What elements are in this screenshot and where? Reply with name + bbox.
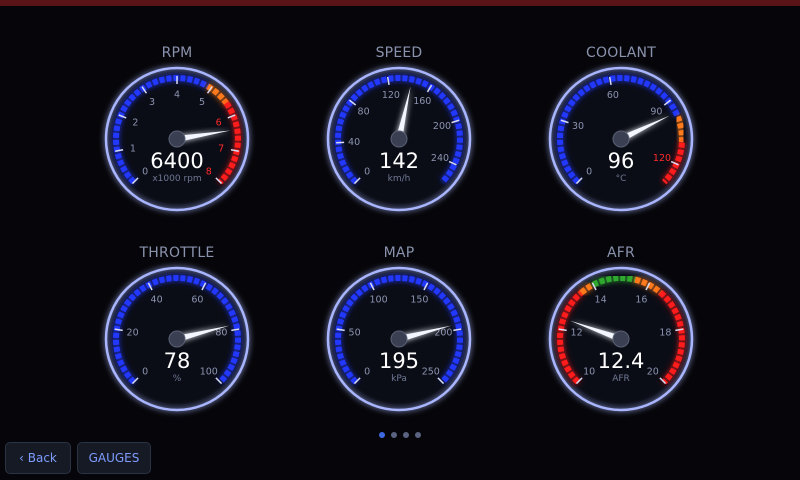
gauge-tick-label: 20 <box>127 328 139 339</box>
gauge-tick-label: 150 <box>410 294 428 305</box>
gauge-hub <box>168 330 186 348</box>
speed-gauge-unit: km/h <box>387 174 411 184</box>
gauge-tick-label: 200 <box>433 121 451 132</box>
gauge-tick-label: 60 <box>191 294 203 305</box>
page-indicator <box>379 432 421 440</box>
page-dot[interactable] <box>403 432 409 438</box>
throttle-gauge-value: 78 <box>163 349 191 373</box>
map-gauge-dial: 050100 150200250 <box>326 266 472 412</box>
gauge-tick-label: 30 <box>572 121 584 132</box>
gauge-hub <box>390 330 408 348</box>
gauge-tick-label: 6 <box>216 117 222 128</box>
gauge-hub <box>390 130 408 148</box>
gauge-tick-label: 100 <box>370 294 388 305</box>
gauge-tick-label: 12 <box>571 328 583 339</box>
coolant-gauge-value: 96 <box>607 149 635 173</box>
coolant-gauge-unit: °C <box>615 174 627 184</box>
gauge-tick-label: 50 <box>349 328 361 339</box>
gauge-hub <box>612 130 630 148</box>
rpm-gauge-unit: x1000 rpm <box>152 174 202 184</box>
gauge-tick-label: 40 <box>348 137 360 148</box>
rpm-gauge-value: 6400 <box>150 149 204 173</box>
gauge-tick-label: 3 <box>149 97 155 108</box>
map-gauge-title: MAP <box>383 245 415 261</box>
gauge-tick-label: 80 <box>358 107 370 118</box>
gauges-button[interactable]: GAUGES <box>77 442 151 474</box>
map-gauge-unit: kPa <box>391 374 407 384</box>
gauge-tick-label: 18 <box>659 328 671 339</box>
throttle-gauge-dial: 02040 6080100 <box>104 266 250 412</box>
throttle-gauge-unit: % <box>172 374 182 384</box>
coolant-gauge: 0 30 60 90 120 96 °C <box>546 64 696 214</box>
throttle-gauge: 0 20 40 60 80 100 78 % <box>102 264 252 414</box>
rpm-gauge: 012345678 6400 x1000 rpm <box>102 64 252 214</box>
gauge-tick-label: 14 <box>595 294 607 305</box>
rpm-gauge-dial: 012345678 <box>104 66 250 212</box>
back-button[interactable]: ‹ Back <box>5 442 71 474</box>
top-status-bar <box>0 0 800 6</box>
speed-gauge-dial: 04080120160200240 <box>326 66 472 212</box>
afr-gauge: 10 12 14 16 18 20 12.4 AFR <box>546 264 696 414</box>
speed-gauge-title: SPEED <box>375 45 423 61</box>
gauge-tick-label: 2 <box>132 117 138 128</box>
gauge-tick-label: 60 <box>607 90 619 101</box>
afr-gauge-unit: AFR <box>612 374 630 384</box>
rpm-gauge-title: RPM <box>161 45 193 61</box>
page-dot[interactable] <box>415 432 421 438</box>
gauge-tick-label: 90 <box>650 107 662 118</box>
gauge-tick-label: 5 <box>199 97 205 108</box>
page-dot[interactable] <box>379 432 385 438</box>
gauge-tick-label: 16 <box>635 294 647 305</box>
coolant-gauge-title: COOLANT <box>586 45 656 61</box>
gauge-tick-label: 40 <box>151 294 163 305</box>
afr-gauge-title: AFR <box>607 245 635 261</box>
map-gauge-value: 195 <box>378 349 420 373</box>
speed-gauge: 0 40 80 120 160 200 240 142 km/h <box>324 64 474 214</box>
gauge-tick-label: 120 <box>382 90 400 101</box>
gauge-hub <box>168 130 186 148</box>
coolant-gauge-dial: 0306090120 <box>548 66 694 212</box>
afr-gauge-dial: 101214 161820 <box>548 266 694 412</box>
afr-gauge-value: 12.4 <box>597 349 645 373</box>
gauge-tick-label: 160 <box>413 96 431 107</box>
gauge-tick-label: 4 <box>174 90 180 101</box>
map-gauge: 0 50 100 150 200 250 195 kPa <box>324 264 474 414</box>
gauge-hub <box>612 330 630 348</box>
speed-gauge-value: 142 <box>378 149 420 173</box>
page-dot[interactable] <box>391 432 397 438</box>
throttle-gauge-title: THROTTLE <box>139 245 215 261</box>
